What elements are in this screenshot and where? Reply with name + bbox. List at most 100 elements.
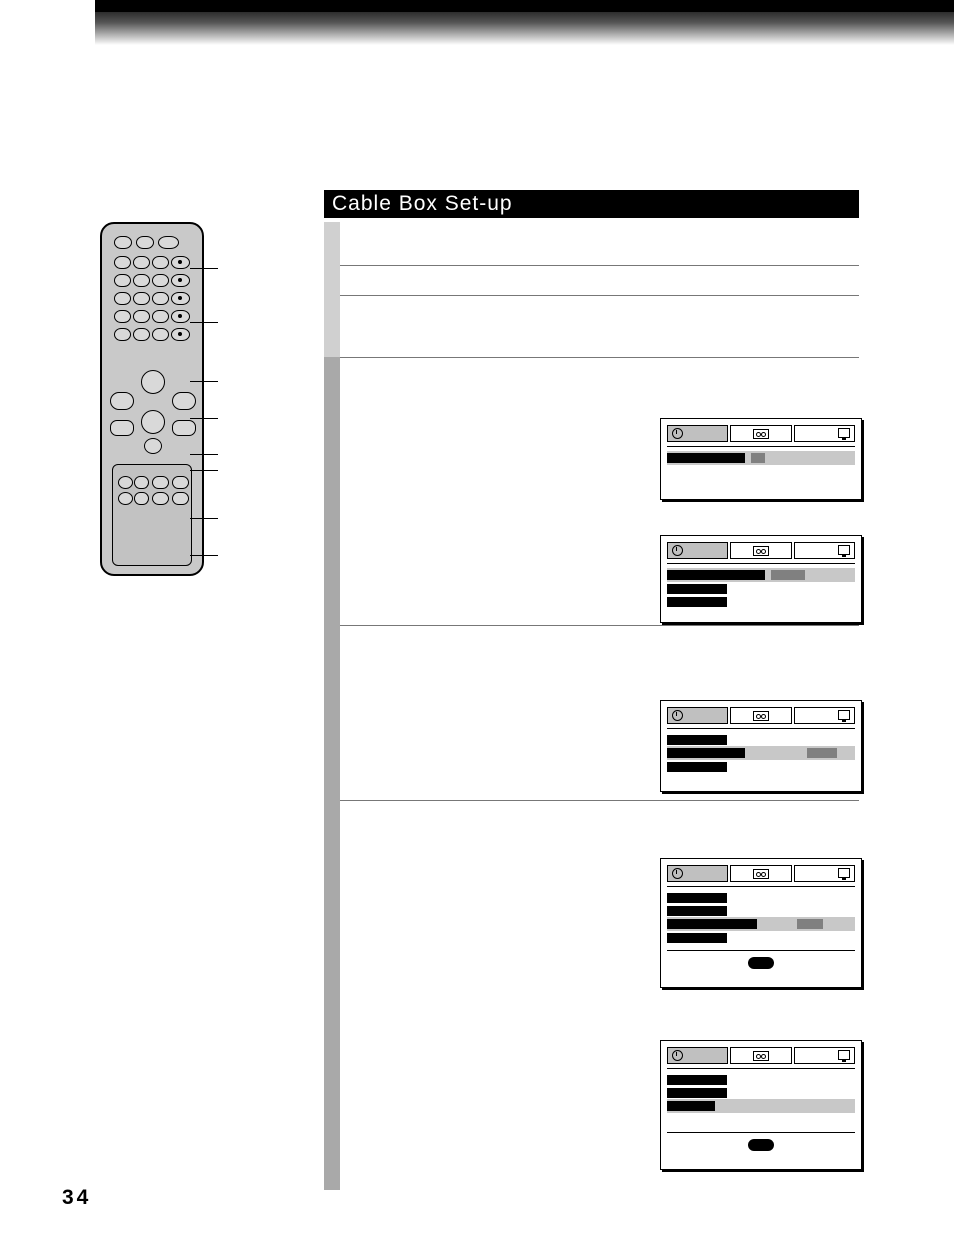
keypad-button: [114, 328, 131, 341]
osd-label: [667, 1101, 715, 1111]
osd-row: [667, 746, 855, 760]
osd-tab: [667, 542, 728, 559]
separator: [667, 446, 855, 447]
osd-tab-row: [667, 425, 855, 442]
remote-btn: [110, 420, 134, 436]
callout-line: [190, 518, 218, 519]
osd-row: [667, 733, 855, 746]
osd-tab: [667, 1047, 728, 1064]
remote-diagram: [100, 222, 204, 576]
osd-screen: [660, 858, 862, 988]
osd-label: [667, 735, 727, 745]
osd-screen: [660, 1040, 862, 1170]
osd-label: [667, 748, 745, 758]
osd-value: [751, 453, 765, 463]
osd-tab: [730, 707, 791, 724]
clock-icon: [672, 868, 683, 879]
osd-tab: [794, 707, 855, 724]
osd-action-pill: [748, 957, 774, 969]
osd-label: [667, 893, 727, 903]
keypad-button: [171, 256, 190, 269]
keypad-button: [114, 274, 131, 287]
osd-tab: [667, 865, 728, 882]
remote-btn: [172, 420, 196, 436]
section-title: Cable Box Set-up: [324, 192, 513, 215]
osd-tab: [730, 865, 791, 882]
keypad-button: [133, 328, 150, 341]
osd-screen: [660, 418, 862, 500]
step-divider: [340, 295, 859, 296]
remote-btn: [152, 476, 169, 489]
tv-icon: [838, 545, 850, 555]
osd-value: [771, 570, 805, 580]
osd-tab: [667, 707, 728, 724]
tv-icon: [838, 428, 850, 438]
osd-screen: [660, 700, 862, 792]
clock-icon: [672, 545, 683, 556]
keypad-button: [171, 328, 190, 341]
osd-value: [807, 748, 837, 758]
osd-row: [667, 1113, 855, 1126]
osd-tab-row: [667, 1047, 855, 1064]
callout-line: [190, 470, 218, 471]
osd-row: [667, 595, 855, 608]
tv-icon: [838, 1050, 850, 1060]
osd-tab: [667, 425, 728, 442]
osd-row: [667, 917, 855, 931]
osd-label: [667, 933, 727, 943]
nav-down-button: [141, 410, 165, 434]
osd-row: [667, 1073, 855, 1086]
remote-btn: [134, 476, 149, 489]
step-bar-dark: [324, 357, 340, 1190]
step-divider: [340, 800, 859, 801]
callout-line: [190, 322, 218, 323]
separator: [667, 1068, 855, 1069]
keypad-button: [133, 292, 150, 305]
remote-btn: [172, 492, 189, 505]
keypad-button: [152, 256, 169, 269]
callout-line: [190, 454, 218, 455]
remote-btn: [152, 492, 169, 505]
remote-btn: [114, 236, 132, 249]
keypad-button: [114, 292, 131, 305]
osd-label: [667, 597, 727, 607]
remote-btn: [118, 476, 133, 489]
clock-icon: [672, 1050, 683, 1061]
osd-row: [667, 904, 855, 917]
osd-label: [667, 1075, 727, 1085]
remote-btn: [158, 236, 179, 249]
separator: [667, 1132, 855, 1133]
clock-icon: [672, 710, 683, 721]
manual-page: Cable Box Set-up 34: [0, 0, 954, 1235]
nav-left-button: [110, 392, 134, 410]
step-divider: [340, 265, 859, 266]
tape-icon: [753, 429, 769, 439]
clock-icon: [672, 428, 683, 439]
callout-line: [190, 268, 218, 269]
separator: [667, 563, 855, 564]
keypad-button: [171, 292, 190, 305]
section-title-bar: Cable Box Set-up: [324, 190, 859, 218]
osd-label: [667, 906, 727, 916]
osd-label: [667, 762, 727, 772]
osd-label: [667, 1088, 727, 1098]
remote-btn: [172, 476, 189, 489]
osd-tab-row: [667, 707, 855, 724]
osd-label: [667, 584, 727, 594]
nav-up-button: [141, 370, 165, 394]
page-number: 34: [62, 1186, 91, 1210]
callout-line: [190, 418, 218, 419]
tape-icon: [753, 869, 769, 879]
osd-tab-row: [667, 542, 855, 559]
osd-tab: [794, 1047, 855, 1064]
osd-tab: [730, 425, 791, 442]
keypad-button: [133, 310, 150, 323]
callout-line: [190, 555, 218, 556]
keypad-button: [152, 292, 169, 305]
osd-tab: [730, 1047, 791, 1064]
osd-value: [797, 919, 823, 929]
keypad-button: [152, 274, 169, 287]
tv-icon: [838, 710, 850, 720]
keypad-button: [171, 310, 190, 323]
step-divider: [340, 625, 859, 626]
